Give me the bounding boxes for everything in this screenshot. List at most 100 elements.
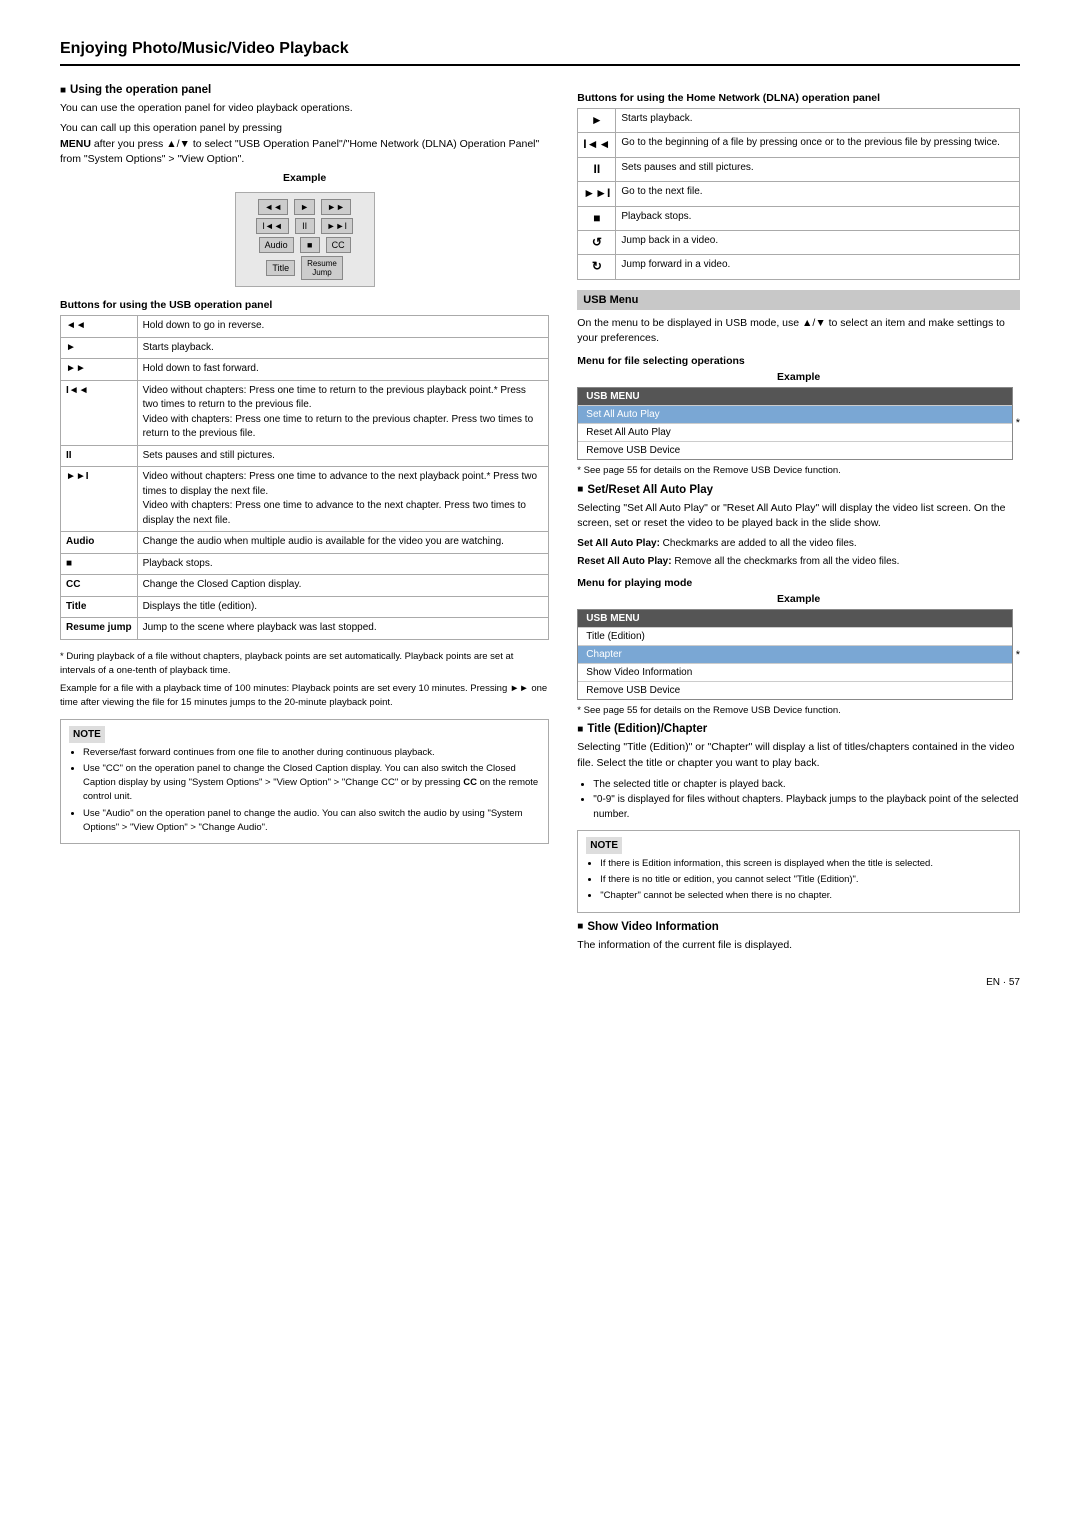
title-chapter-para: Selecting "Title (Edition)" or "Chapter"… (577, 740, 1020, 772)
table-cell-key: ↺ (578, 230, 616, 254)
note-box-right: NOTE If there is Edition information, th… (577, 830, 1020, 913)
table-cell-val: Sets pauses and still pictures. (137, 445, 549, 467)
table-row: CC Change the Closed Caption display. (61, 575, 549, 597)
using-panel-para2: You can call up this operation panel by … (60, 121, 549, 168)
asterisk-mark: * (1016, 417, 1020, 429)
table-cell-key: Audio (61, 532, 138, 554)
table-row: ► Starts playback. (578, 109, 1020, 133)
list-item: "0-9" is displayed for files without cha… (593, 792, 1020, 822)
page-title: Enjoying Photo/Music/Video Playback (60, 40, 1020, 66)
table-cell-val: Hold down to fast forward. (137, 359, 549, 381)
table-cell-key: ◄◄ (61, 316, 138, 338)
example-label-file-select: Example (577, 371, 1020, 383)
table-cell-val: Video without chapters: Press one time t… (137, 380, 549, 445)
table-row: ► Starts playback. (61, 337, 549, 359)
show-video-para: The information of the current file is d… (577, 938, 1020, 954)
table-cell-val: Go to the next file. (616, 182, 1020, 206)
list-item: "Chapter" cannot be selected when there … (600, 889, 1011, 903)
dlna-buttons-table: ► Starts playback. I◄◄ Go to the beginni… (577, 108, 1020, 280)
table-row: ►►I Go to the next file. (578, 182, 1020, 206)
table-cell-key: CC (61, 575, 138, 597)
using-panel-heading: Using the operation panel (60, 84, 549, 96)
asterisk-mark-2: * (1016, 649, 1020, 661)
usb-menu-para: On the menu to be displayed in USB mode,… (577, 316, 1020, 348)
remote-btn-audio: Audio (259, 237, 294, 253)
table-row: Title Displays the title (edition). (61, 596, 549, 618)
remote-btn-next: ►►I (321, 218, 353, 234)
usb-menu-item-show-info: Show Video Information (578, 663, 1011, 681)
note-list: Reverse/fast forward continues from one … (69, 746, 540, 836)
playing-menu-box: USB MENU Title (Edition) Chapter Show Vi… (577, 609, 1012, 700)
table-row: ►►I Video without chapters: Press one ti… (61, 467, 549, 532)
page-number: EN · 57 (60, 977, 1020, 988)
remote-btn-resume: ResumeJump (301, 256, 343, 280)
table-cell-key: ►►I (61, 467, 138, 532)
menu-file-select-heading: Menu for file selecting operations (577, 355, 1020, 367)
remote-btn-play: ► (294, 199, 315, 215)
table-cell-val: Starts playback. (137, 337, 549, 359)
table-cell-val: Jump forward in a video. (616, 255, 1020, 279)
table-row: ◄◄ Hold down to go in reverse. (61, 316, 549, 338)
table-cell-val: Change the audio when multiple audio is … (137, 532, 549, 554)
footnote2: Example for a file with a playback time … (60, 682, 549, 711)
table-cell-key: I◄◄ (61, 380, 138, 445)
using-panel-para1: You can use the operation panel for vide… (60, 101, 549, 117)
table-row: Audio Change the audio when multiple aud… (61, 532, 549, 554)
table-cell-val: Displays the title (edition). (137, 596, 549, 618)
usb-menu-header-playing: USB MENU (578, 610, 1011, 627)
table-row: I◄◄ Video without chapters: Press one ti… (61, 380, 549, 445)
table-cell-key: II (61, 445, 138, 467)
remote-btn-pause: II (295, 218, 315, 234)
remote-btn-ff: ►► (321, 199, 351, 215)
table-cell-val: Hold down to go in reverse. (137, 316, 549, 338)
table-row: ↺ Jump back in a video. (578, 230, 1020, 254)
list-item: Use "Audio" on the operation panel to ch… (83, 807, 540, 836)
table-cell-key: II (578, 157, 616, 181)
note-title: NOTE (69, 726, 105, 743)
list-item: If there is no title or edition, you can… (600, 873, 1011, 887)
usb-menu-item-title-edition: Title (Edition) (578, 627, 1011, 645)
left-column: Using the operation panel You can use th… (60, 84, 549, 957)
buttons-usb-heading: Buttons for using the USB operation pane… (60, 299, 549, 311)
set-reset-heading: Set/Reset All Auto Play (577, 484, 1020, 496)
set-reset-para: Selecting "Set All Auto Play" or "Reset … (577, 501, 1020, 533)
list-item: Use "CC" on the operation panel to chang… (83, 762, 540, 805)
table-cell-val: Playback stops. (616, 206, 1020, 230)
right-column: Buttons for using the Home Network (DLNA… (577, 84, 1020, 957)
usb-menu-section-heading: USB Menu (577, 290, 1020, 310)
remote-btn-title: Title (266, 260, 295, 276)
reset-all-text: Reset All Auto Play: Remove all the chec… (577, 554, 1020, 569)
table-row: ■ Playback stops. (61, 553, 549, 575)
table-row: Resume jump Jump to the scene where play… (61, 618, 549, 640)
table-cell-key: ■ (61, 553, 138, 575)
set-all-text: Set All Auto Play: Checkmarks are added … (577, 536, 1020, 551)
table-cell-key: Resume jump (61, 618, 138, 640)
usb-menu-header: USB MENU (578, 388, 1011, 405)
note-title-right: NOTE (586, 837, 622, 854)
remote-btn-cc: CC (326, 237, 351, 253)
asterisk-note-file: * See page 55 for details on the Remove … (577, 464, 1020, 477)
usb-menu-item-chapter: Chapter (578, 645, 1011, 663)
table-cell-val: Jump to the scene where playback was las… (137, 618, 549, 640)
remote-box: ◄◄ ► ►► I◄◄ II ►►I Audio ■ CC Title Resu… (235, 192, 375, 287)
list-item: Reverse/fast forward continues from one … (83, 746, 540, 760)
table-row: ►► Hold down to fast forward. (61, 359, 549, 381)
example-label-playing: Example (577, 593, 1020, 605)
menu-playing-heading: Menu for playing mode (577, 577, 1020, 589)
table-cell-val: Change the Closed Caption display. (137, 575, 549, 597)
table-cell-key: Title (61, 596, 138, 618)
title-chapter-bullets: The selected title or chapter is played … (577, 777, 1020, 822)
file-select-menu-box: USB MENU Set All Auto Play Reset All Aut… (577, 387, 1012, 460)
table-cell-key: ■ (578, 206, 616, 230)
remote-btn-stop: ■ (300, 237, 320, 253)
table-cell-val: Video without chapters: Press one time t… (137, 467, 549, 532)
table-cell-val: Starts playback. (616, 109, 1020, 133)
table-cell-key: ► (61, 337, 138, 359)
usb-menu-item-set-auto-play: Set All Auto Play (578, 405, 1011, 423)
remote-btn-prev: I◄◄ (256, 218, 288, 234)
table-cell-key: I◄◄ (578, 133, 616, 157)
asterisk-note-playing: * See page 55 for details on the Remove … (577, 704, 1020, 717)
show-video-heading: Show Video Information (577, 921, 1020, 933)
list-item: The selected title or chapter is played … (593, 777, 1020, 792)
table-row: II Sets pauses and still pictures. (578, 157, 1020, 181)
